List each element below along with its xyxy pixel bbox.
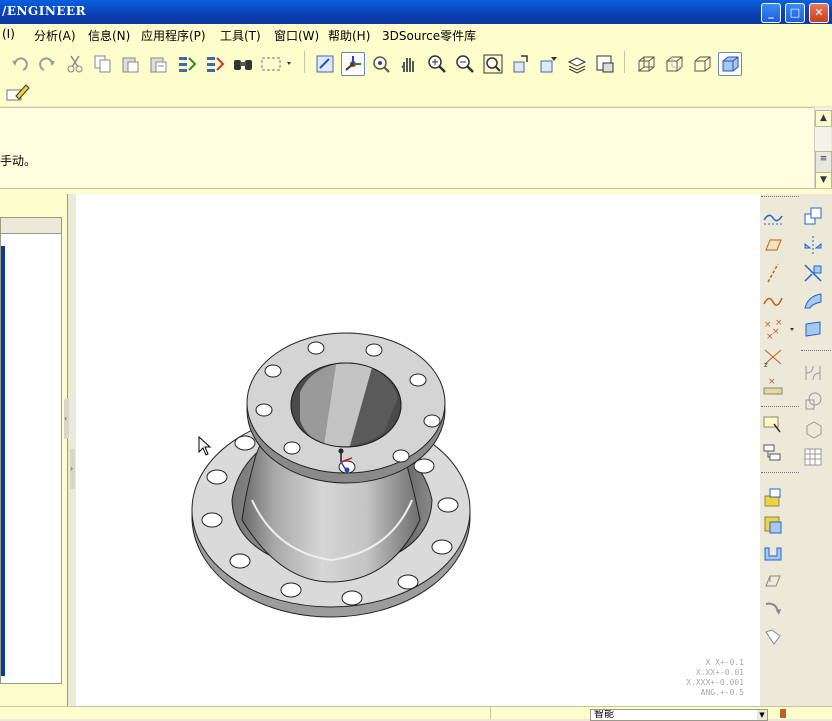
menu-item-3dsource[interactable]: 3DSource零件库 xyxy=(382,27,476,44)
paste-special-icon[interactable] xyxy=(147,52,171,76)
svg-text:×: × xyxy=(766,332,774,340)
panel-splitter[interactable]: ‹ › xyxy=(64,194,76,708)
scroll-up-button[interactable]: ▲ xyxy=(815,110,832,127)
model-tree-panel xyxy=(0,194,64,708)
paste-icon[interactable] xyxy=(119,52,143,76)
view-manager-icon[interactable] xyxy=(593,52,617,76)
menu-item-analysis[interactable]: 分析(A) xyxy=(34,27,76,44)
flange-reducer-model[interactable] xyxy=(76,194,760,706)
scroll-down-button[interactable]: ▼ xyxy=(815,172,832,189)
message-area: 手动。 xyxy=(0,107,814,188)
revolve-icon[interactable] xyxy=(762,414,784,436)
mirror-icon[interactable] xyxy=(802,234,824,256)
shell-icon[interactable] xyxy=(762,542,784,564)
thicken-icon[interactable] xyxy=(802,390,824,412)
no-hidden-icon[interactable] xyxy=(690,52,714,76)
spin-center-icon[interactable] xyxy=(341,52,365,76)
tolerance-line: X.XXX+-0.001 xyxy=(686,678,744,687)
sweep-icon[interactable] xyxy=(762,442,784,464)
wireframe-icon[interactable] xyxy=(634,52,658,76)
pan-icon[interactable] xyxy=(397,52,421,76)
tolerance-line: X.XX+-0.01 xyxy=(695,668,744,677)
reorient-icon[interactable] xyxy=(509,52,533,76)
close-button[interactable]: ✕ xyxy=(809,3,829,23)
status-bar: 智能 ▼ xyxy=(0,706,832,721)
refit-icon[interactable] xyxy=(481,52,505,76)
svg-text:z: z xyxy=(764,361,768,368)
hole-icon[interactable] xyxy=(762,514,784,536)
hidden-line-icon[interactable] xyxy=(662,52,686,76)
copy-icon[interactable] xyxy=(91,52,115,76)
merge-icon[interactable] xyxy=(802,262,824,284)
pattern-icon[interactable] xyxy=(802,318,824,340)
table-icon[interactable] xyxy=(802,446,824,468)
tolerance-line: ANG.+-0.5 xyxy=(700,688,744,697)
cut-icon[interactable] xyxy=(63,52,87,76)
menu-item-window[interactable]: 窗口(W) xyxy=(274,27,319,44)
regenerate-icon[interactable] xyxy=(175,52,199,76)
svg-text:×: × xyxy=(768,377,776,387)
datum-point-icon[interactable] xyxy=(762,290,784,312)
rib-icon[interactable] xyxy=(762,570,784,592)
analysis-icon[interactable]: z xyxy=(762,346,784,369)
offset-icon[interactable] xyxy=(802,362,824,384)
chevron-down-icon[interactable]: ▼ xyxy=(757,710,767,720)
collapse-left-icon[interactable]: ‹ xyxy=(64,399,69,439)
tolerance-note: X X+-0.1 X.XX+-0.01 X.XXX+-0.001 ANG.+-0… xyxy=(660,658,744,698)
undo-icon[interactable] xyxy=(8,52,32,76)
chamfer-icon[interactable] xyxy=(802,206,824,228)
solidify-icon[interactable] xyxy=(802,418,824,440)
scroll-thumb[interactable]: ≡ xyxy=(815,151,832,173)
tree-selection-bar xyxy=(1,246,5,676)
menu-item-tools[interactable]: 工具(T) xyxy=(220,27,261,44)
graphics-window[interactable] xyxy=(76,194,760,706)
zoom-in-icon[interactable] xyxy=(425,52,449,76)
round-icon[interactable] xyxy=(762,626,784,648)
datum-curve-icon[interactable] xyxy=(762,262,784,284)
model-tree[interactable] xyxy=(0,217,62,684)
blend-icon[interactable] xyxy=(762,486,784,508)
layers-icon[interactable] xyxy=(565,52,589,76)
message-line: 手动。 xyxy=(0,154,37,168)
find-icon[interactable] xyxy=(231,52,255,76)
selection-filter-value: 智能 xyxy=(594,709,614,720)
title-bar: /ENGINEER _ □ ✕ xyxy=(0,0,832,24)
window-title: /ENGINEER xyxy=(2,4,87,18)
menu-item-applications[interactable]: 应用程序(P) xyxy=(141,27,206,44)
draft-icon[interactable] xyxy=(762,598,784,620)
trim-icon[interactable] xyxy=(802,290,824,312)
regenerate-manager-icon[interactable] xyxy=(203,52,227,76)
feature-toolbar: × × × × z × xyxy=(760,194,832,708)
zoom-out-icon[interactable] xyxy=(453,52,477,76)
datum-axis-icon[interactable] xyxy=(762,234,784,256)
mouse-cursor-icon xyxy=(198,435,212,459)
tolerance-line: X X+-0.1 xyxy=(705,658,744,667)
svg-text:×: × xyxy=(775,318,783,328)
menu-item-info[interactable]: 信息(N) xyxy=(88,27,130,44)
expand-right-icon[interactable]: › xyxy=(70,449,75,489)
toolbar xyxy=(0,46,832,106)
shading-icon[interactable] xyxy=(718,52,742,76)
status-indicator-icon xyxy=(780,709,786,718)
menu-bar: (I) 分析(A) 信息(N) 应用程序(P) 工具(T) 窗口(W) 帮助(H… xyxy=(0,24,832,46)
toolbar-separator xyxy=(304,51,308,73)
repaint-icon[interactable] xyxy=(313,52,337,76)
orient-mode-icon[interactable] xyxy=(369,52,393,76)
redo-icon[interactable] xyxy=(35,52,59,76)
extrude-icon[interactable]: × xyxy=(762,374,784,396)
maximize-button[interactable]: □ xyxy=(785,3,805,23)
minimize-button[interactable]: _ xyxy=(761,3,781,23)
message-scrollbar[interactable]: ▲ ≡ ▼ xyxy=(814,108,832,189)
coordinate-system-icon[interactable]: × × × × xyxy=(762,318,796,342)
edit-definition-icon[interactable] xyxy=(6,80,30,104)
saved-views-icon[interactable] xyxy=(537,52,561,76)
svg-text:×: × xyxy=(764,320,772,330)
menu-item-insert[interactable]: (I) xyxy=(2,27,15,41)
selection-filter-dropdown[interactable]: 智能 ▼ xyxy=(590,709,768,721)
select-box-icon[interactable] xyxy=(259,52,295,76)
toolbar-separator xyxy=(624,51,628,73)
menu-item-help[interactable]: 帮助(H) xyxy=(328,27,370,44)
datum-plane-icon[interactable] xyxy=(762,206,784,228)
model-tree-header xyxy=(1,218,61,234)
